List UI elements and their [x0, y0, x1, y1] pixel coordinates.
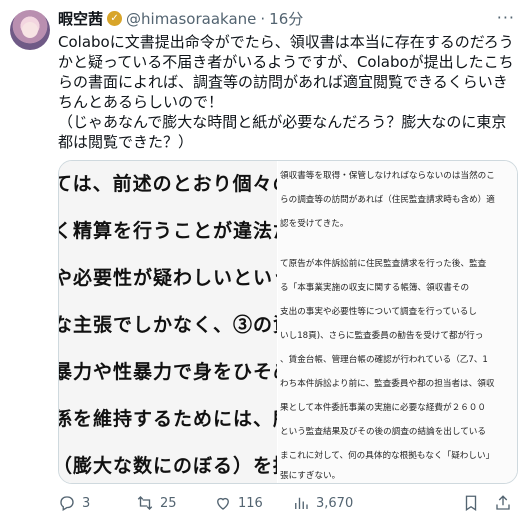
doc-right-line: 支出の事実や必要性等について調査を行っているし	[280, 307, 477, 317]
separator: ·	[260, 9, 266, 28]
doc-right-line: 領収書等を取得・保管しなければならないのは当然のこ	[280, 171, 495, 181]
more-options-icon[interactable]: ···	[497, 8, 515, 27]
doc-right-line: 張にすぎない。	[280, 471, 341, 481]
doc-left-line: や必要性が疑わしいという	[59, 267, 277, 289]
share-icon	[496, 495, 510, 510]
doc-left-line: く精算を行うことが違法だ	[59, 220, 277, 242]
doc-left-line: 暴力や性暴力で身をひそめ	[59, 361, 277, 383]
retweet-count: 25	[160, 495, 177, 511]
action-bar: 3 25 116 3,670	[58, 492, 516, 514]
doc-left-line: 係を維持するためには、所	[59, 408, 277, 430]
doc-right-line: 、賃金台帳、管理台帳の確認が行われている（乙7、1	[280, 355, 488, 365]
verified-badge-icon: ✓	[107, 11, 123, 26]
like-button[interactable]: 116	[214, 492, 263, 514]
bookmark-button[interactable]	[462, 492, 486, 514]
doc-left-line: ては、前述のとおり個々の	[59, 173, 277, 195]
doc-right-line: わち本件訴訟より前に、監査委員や都の担当者は、領収	[280, 379, 495, 389]
doc-left-line: な主張でしかなく、③の資	[59, 314, 277, 336]
retweet-icon	[137, 496, 153, 510]
tweet-text: Colaboに文書提出命令がでたら、領収書は本当に存在するのだろうかと疑っている…	[58, 33, 514, 151]
reply-count: 3	[82, 495, 91, 511]
bookmark-icon	[465, 495, 477, 512]
doc-right-line: らの調査等の訪問があれば（住民監査請求時も含め）適	[280, 195, 495, 205]
doc-right-line: 認を受けてきた。	[280, 219, 349, 229]
avatar[interactable]	[10, 10, 50, 50]
document-excerpt-left: ては、前述のとおり個々の く精算を行うことが違法だ や必要性が疑わしいという な…	[59, 161, 277, 483]
doc-right-line: いし18頁)、さらに監査委員の勧告を受けて都が行っ	[280, 331, 484, 341]
like-count: 116	[238, 495, 263, 511]
views-button[interactable]: 3,670	[292, 492, 353, 514]
attached-image[interactable]: ては、前述のとおり個々の く精算を行うことが違法だ や必要性が疑わしいという な…	[58, 160, 518, 484]
author-handle[interactable]: @himasoraakane	[126, 10, 256, 28]
reply-icon	[60, 496, 74, 511]
views-chart-icon	[295, 497, 308, 509]
heart-icon	[217, 497, 229, 510]
retweet-button[interactable]: 25	[136, 492, 177, 514]
tweet[interactable]: 暇空茜 ✓ @himasoraakane · 16分 ··· Colaboに文書…	[0, 0, 525, 525]
avatar-face	[22, 22, 38, 38]
doc-right-line: る「本事業実施の収支に関する帳簿、領収書その	[280, 283, 470, 293]
doc-right-line: という監査結果及びその後の調査の結論を出している	[280, 427, 486, 437]
author-name[interactable]: 暇空茜	[58, 8, 103, 29]
timestamp[interactable]: 16分	[269, 8, 303, 29]
doc-right-line: 果として本件委託事業の実施に必要な経費が２６００	[280, 403, 486, 413]
tweet-header: 暇空茜 ✓ @himasoraakane · 16分	[58, 8, 303, 29]
share-button[interactable]	[494, 492, 518, 514]
document-excerpt-right: 領収書等を取得・保管しなければならないのは当然のこ らの調査等の訪問があれば（住…	[278, 161, 517, 483]
doc-left-line: （膨大な数にのぼる）を提	[59, 455, 277, 477]
reply-button[interactable]: 3	[58, 492, 90, 514]
views-count: 3,670	[316, 495, 354, 511]
doc-right-line: て原告が本件訴訟前に住民監査請求を行った後、監査	[280, 259, 487, 269]
doc-right-line: まこれに対して、何の具体的な根拠もなく「疑わしい」	[280, 451, 495, 461]
